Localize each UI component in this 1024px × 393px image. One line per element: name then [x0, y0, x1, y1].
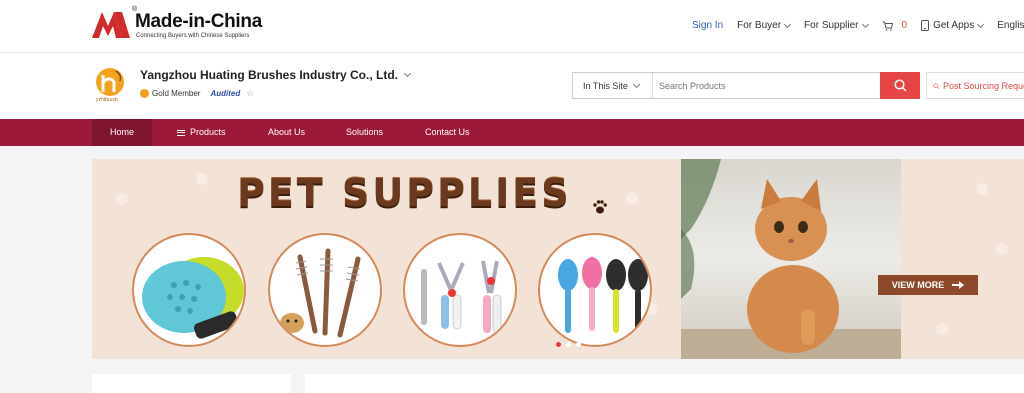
chevron-down-icon [784, 20, 792, 28]
for-buyer-menu[interactable]: For Buyer [737, 20, 792, 31]
search-scope-label: In This Site [583, 80, 628, 91]
chevron-down-icon [977, 20, 985, 28]
nav-products-label: Products [190, 127, 226, 137]
brand-tagline: Connecting Buyers with Chinese Suppliers [136, 33, 250, 39]
company-badges: Gold Member Audited ☆ [140, 88, 254, 99]
cat-photo [681, 159, 901, 359]
top-nav: Sign In For Buyer For Supplier 0 Get App… [692, 20, 1024, 31]
for-supplier-label: For Supplier [804, 20, 859, 31]
language-menu[interactable]: English [997, 20, 1024, 31]
brushes-image [558, 257, 648, 333]
view-more-label: VIEW MORE [891, 280, 945, 290]
chevron-down-icon [861, 20, 869, 28]
brand-name: Made-in-China [135, 11, 262, 32]
for-buyer-label: For Buyer [737, 20, 782, 31]
get-apps-label: Get Apps [933, 20, 975, 31]
product-circle-brushes[interactable] [538, 233, 652, 347]
post-sourcing-request-button[interactable]: Post Sourcing Request [926, 72, 1024, 99]
search-icon [893, 79, 907, 92]
search-input[interactable] [653, 73, 880, 98]
audited-badge[interactable]: Audited [210, 89, 240, 98]
product-circle-nail-clippers[interactable] [403, 233, 517, 347]
nav-about-us[interactable]: About Us [268, 119, 305, 146]
phone-icon [921, 20, 930, 31]
grooming-glove-image [142, 257, 244, 339]
carousel-dot-3[interactable] [576, 342, 581, 347]
nail-clippers-image [421, 260, 502, 334]
carousel-dot-2[interactable] [566, 342, 571, 347]
banner-headline: PET SUPPLIES [237, 171, 572, 215]
cat-image [681, 159, 901, 359]
search-scope-select[interactable]: In This Site [573, 73, 653, 98]
company-name: Yangzhou Huating Brushes Industry Co., L… [140, 68, 399, 82]
view-more-button[interactable]: VIEW MORE [878, 275, 978, 295]
menu-icon [177, 128, 185, 137]
combs-image [280, 248, 361, 338]
nav-home[interactable]: Home [92, 119, 153, 146]
chevron-down-icon [632, 80, 640, 88]
cart-icon [882, 21, 893, 31]
made-in-china-logo[interactable]: ® Made-in-China Connecting Buyers with C… [92, 6, 272, 42]
paw-icon [593, 200, 607, 214]
nav-products[interactable]: Products [177, 119, 226, 146]
main-content-panel [305, 374, 1024, 393]
product-circle-grooming-glove[interactable] [132, 233, 246, 347]
site-header: ® Made-in-China Connecting Buyers with C… [0, 0, 1024, 53]
chevron-down-icon [403, 69, 412, 78]
post-sourcing-icon [933, 82, 939, 89]
star-icon[interactable]: ☆ [246, 88, 254, 99]
sign-in-link[interactable]: Sign In [692, 20, 723, 31]
product-circle-combs[interactable] [268, 233, 382, 347]
main-nav: Home Products About Us Solutions Contact… [0, 119, 1024, 146]
search-button[interactable] [880, 72, 920, 99]
gold-member-label[interactable]: Gold Member [152, 89, 200, 98]
company-logo-text: yzhtbrush [96, 97, 118, 103]
company-header: yzhtbrush Yangzhou Huating Brushes Indus… [0, 53, 1024, 119]
get-apps-menu[interactable]: Get Apps [921, 20, 985, 31]
site-search: In This Site [572, 72, 920, 99]
carousel-dot-1[interactable] [556, 342, 561, 347]
carousel-dots [556, 342, 586, 347]
cart-link[interactable]: 0 [882, 20, 908, 31]
sidebar-panel [92, 374, 291, 393]
for-supplier-menu[interactable]: For Supplier [804, 20, 869, 31]
hero-banner[interactable]: PET SUPPLIES VIEW MORE [92, 159, 1024, 359]
made-in-china-logo-icon [92, 12, 130, 38]
company-name-dropdown[interactable]: Yangzhou Huating Brushes Industry Co., L… [140, 68, 412, 82]
nav-solutions[interactable]: Solutions [346, 119, 383, 146]
arrow-right-icon [952, 281, 965, 289]
nav-contact-us[interactable]: Contact Us [425, 119, 470, 146]
gold-member-icon [140, 89, 149, 98]
post-sourcing-label: Post Sourcing Request [942, 80, 1024, 91]
cart-count: 0 [901, 20, 908, 31]
